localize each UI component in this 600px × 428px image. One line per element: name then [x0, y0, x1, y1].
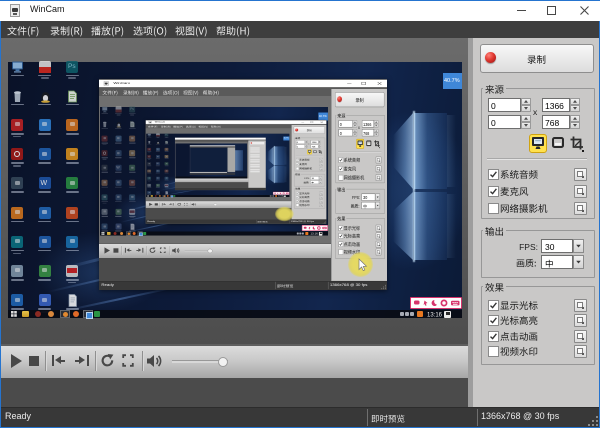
svg-text:13:16: 13:16	[427, 313, 443, 319]
svg-text:13:16: 13:16	[310, 232, 318, 236]
svg-text:13:16: 13:16	[278, 196, 283, 197]
